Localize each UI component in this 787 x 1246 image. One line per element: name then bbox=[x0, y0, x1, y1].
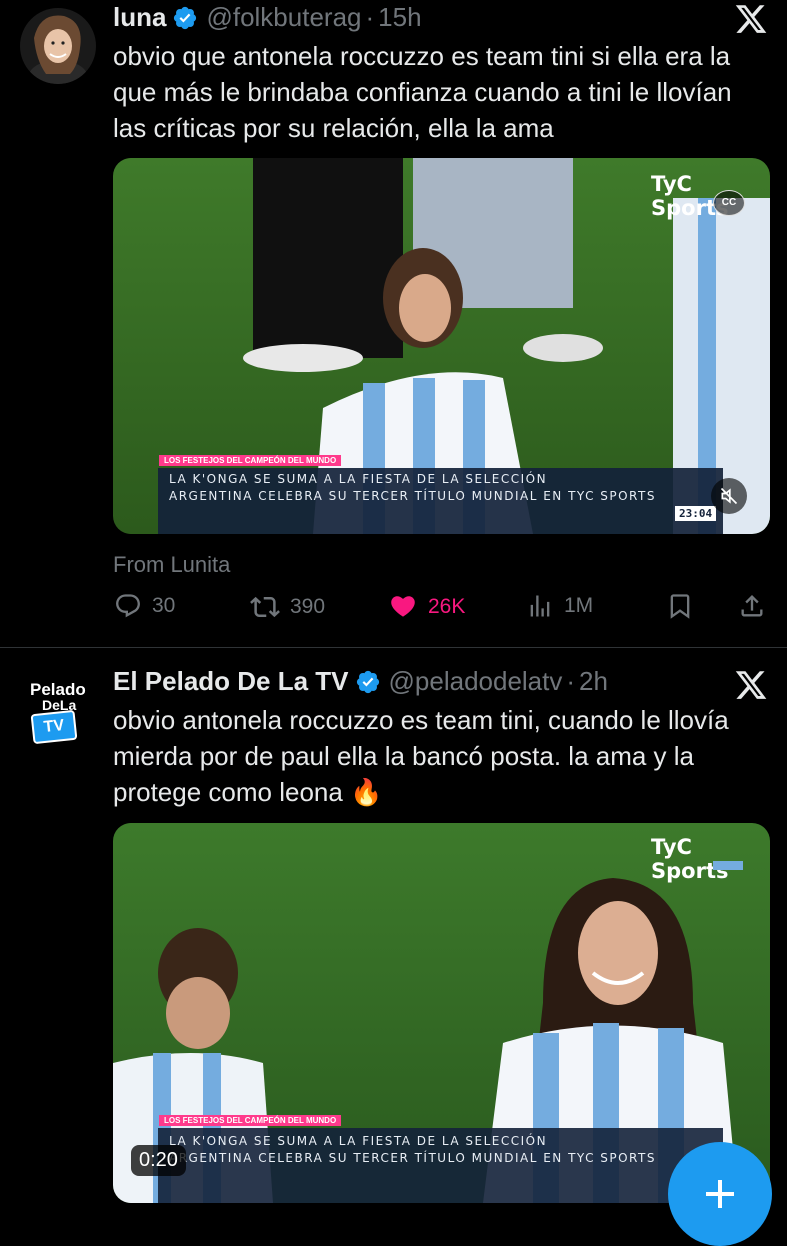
tweet-text-line: protege como leona 🔥 bbox=[113, 777, 383, 807]
tweet-text: obvio que antonela roccuzzo es team tini… bbox=[113, 38, 732, 146]
repost-button[interactable]: 390 bbox=[250, 592, 325, 622]
tweet-1[interactable]: luna @folkbuterag · 15h obvio que antone… bbox=[0, 0, 787, 648]
timestamp[interactable]: 2h bbox=[579, 666, 608, 697]
reply-button[interactable]: 30 bbox=[114, 592, 175, 620]
x-logo-icon[interactable] bbox=[734, 2, 768, 36]
tweet-text-line: obvio que antonela roccuzzo es team tini… bbox=[113, 41, 731, 71]
video-duration: 0:20 bbox=[131, 1145, 186, 1176]
like-count: 26K bbox=[428, 595, 466, 618]
views-button[interactable]: 1M bbox=[526, 592, 593, 620]
tweet-text-line: mierda por de paul ella la bancó posta. … bbox=[113, 741, 695, 771]
avatar-text: TV bbox=[42, 716, 65, 737]
cc-icon[interactable]: CC bbox=[713, 190, 745, 216]
tweet-2[interactable]: Pelado DeLa TV El Pelado De La TV @pelad… bbox=[0, 648, 787, 1203]
lower-third-line: LA K'ONGA SE SUMA A LA FIESTA DE LA SELE… bbox=[169, 1134, 548, 1148]
tweet-text-line: obvio antonela roccuzzo es team tini, cu… bbox=[113, 705, 729, 735]
avatar[interactable]: Pelado DeLa TV bbox=[20, 670, 96, 746]
tweet-header: El Pelado De La TV @peladodelatv · 2h bbox=[113, 666, 608, 697]
separator-dot: · bbox=[365, 2, 375, 32]
handle[interactable]: @folkbuterag bbox=[206, 2, 361, 33]
video-player[interactable]: TyC Sports CC LOS FESTEJOS DEL CAMPEÓN D… bbox=[113, 158, 770, 534]
mute-icon[interactable] bbox=[711, 478, 747, 514]
lower-third-tag: LOS FESTEJOS DEL CAMPEÓN DEL MUNDO bbox=[159, 1115, 342, 1126]
share-button[interactable] bbox=[738, 592, 776, 620]
lower-third-tag: LOS FESTEJOS DEL CAMPEÓN DEL MUNDO bbox=[159, 455, 342, 466]
handle[interactable]: @peladodelatv bbox=[389, 666, 563, 697]
verified-badge-icon[interactable] bbox=[172, 5, 198, 31]
broadcaster-logo: TyC Sports bbox=[651, 835, 729, 883]
plus-icon bbox=[706, 1180, 734, 1208]
bookmark-icon bbox=[670, 594, 690, 619]
verified-badge-icon[interactable] bbox=[355, 669, 381, 695]
display-name[interactable]: luna bbox=[113, 2, 166, 33]
display-name[interactable]: El Pelado De La TV bbox=[113, 666, 349, 697]
avatar-tv-badge: TV bbox=[30, 709, 78, 745]
reply-count: 30 bbox=[152, 594, 176, 617]
avatar[interactable] bbox=[20, 8, 96, 84]
tweet-text-line: que más le brindaba confianza cuando a t… bbox=[113, 77, 732, 107]
action-bar: 30 390 26K 1M bbox=[112, 592, 772, 626]
broadcaster-logo: TyC Sports bbox=[651, 172, 729, 220]
like-icon bbox=[391, 596, 415, 617]
x-logo-icon[interactable] bbox=[734, 668, 768, 702]
timestamp[interactable]: 15h bbox=[378, 2, 421, 33]
tweet-text: obvio antonela roccuzzo es team tini, cu… bbox=[113, 702, 729, 810]
tweet-header: luna @folkbuterag · 15h bbox=[113, 2, 422, 33]
repost-count: 390 bbox=[290, 595, 326, 618]
repost-icon bbox=[250, 596, 280, 618]
lower-third-line: LA K'ONGA SE SUMA A LA FIESTA DE LA SELE… bbox=[169, 472, 548, 486]
broadcast-clock: 23:04 bbox=[675, 506, 717, 521]
lower-third-line: ARGENTINA CELEBRA SU TERCER TÍTULO MUNDI… bbox=[169, 1151, 656, 1165]
bookmark-button[interactable] bbox=[666, 592, 704, 620]
views-count: 1M bbox=[564, 594, 594, 617]
separator-dot: · bbox=[566, 666, 576, 696]
tweet-text-line: las críticas por su relación, ella la am… bbox=[113, 113, 554, 143]
reply-icon bbox=[116, 594, 140, 618]
broadcaster-stars bbox=[713, 861, 743, 870]
views-icon bbox=[530, 595, 550, 617]
compose-button[interactable] bbox=[668, 1142, 772, 1246]
video-player[interactable]: TyC Sports LOS FESTEJOS DEL CAMPEÓN DEL … bbox=[113, 823, 770, 1203]
like-button[interactable]: 26K bbox=[388, 592, 465, 622]
lower-third-line: ARGENTINA CELEBRA SU TERCER TÍTULO MUNDI… bbox=[169, 489, 656, 503]
share-icon bbox=[741, 595, 763, 617]
source-label[interactable]: From Lunita bbox=[113, 552, 230, 578]
